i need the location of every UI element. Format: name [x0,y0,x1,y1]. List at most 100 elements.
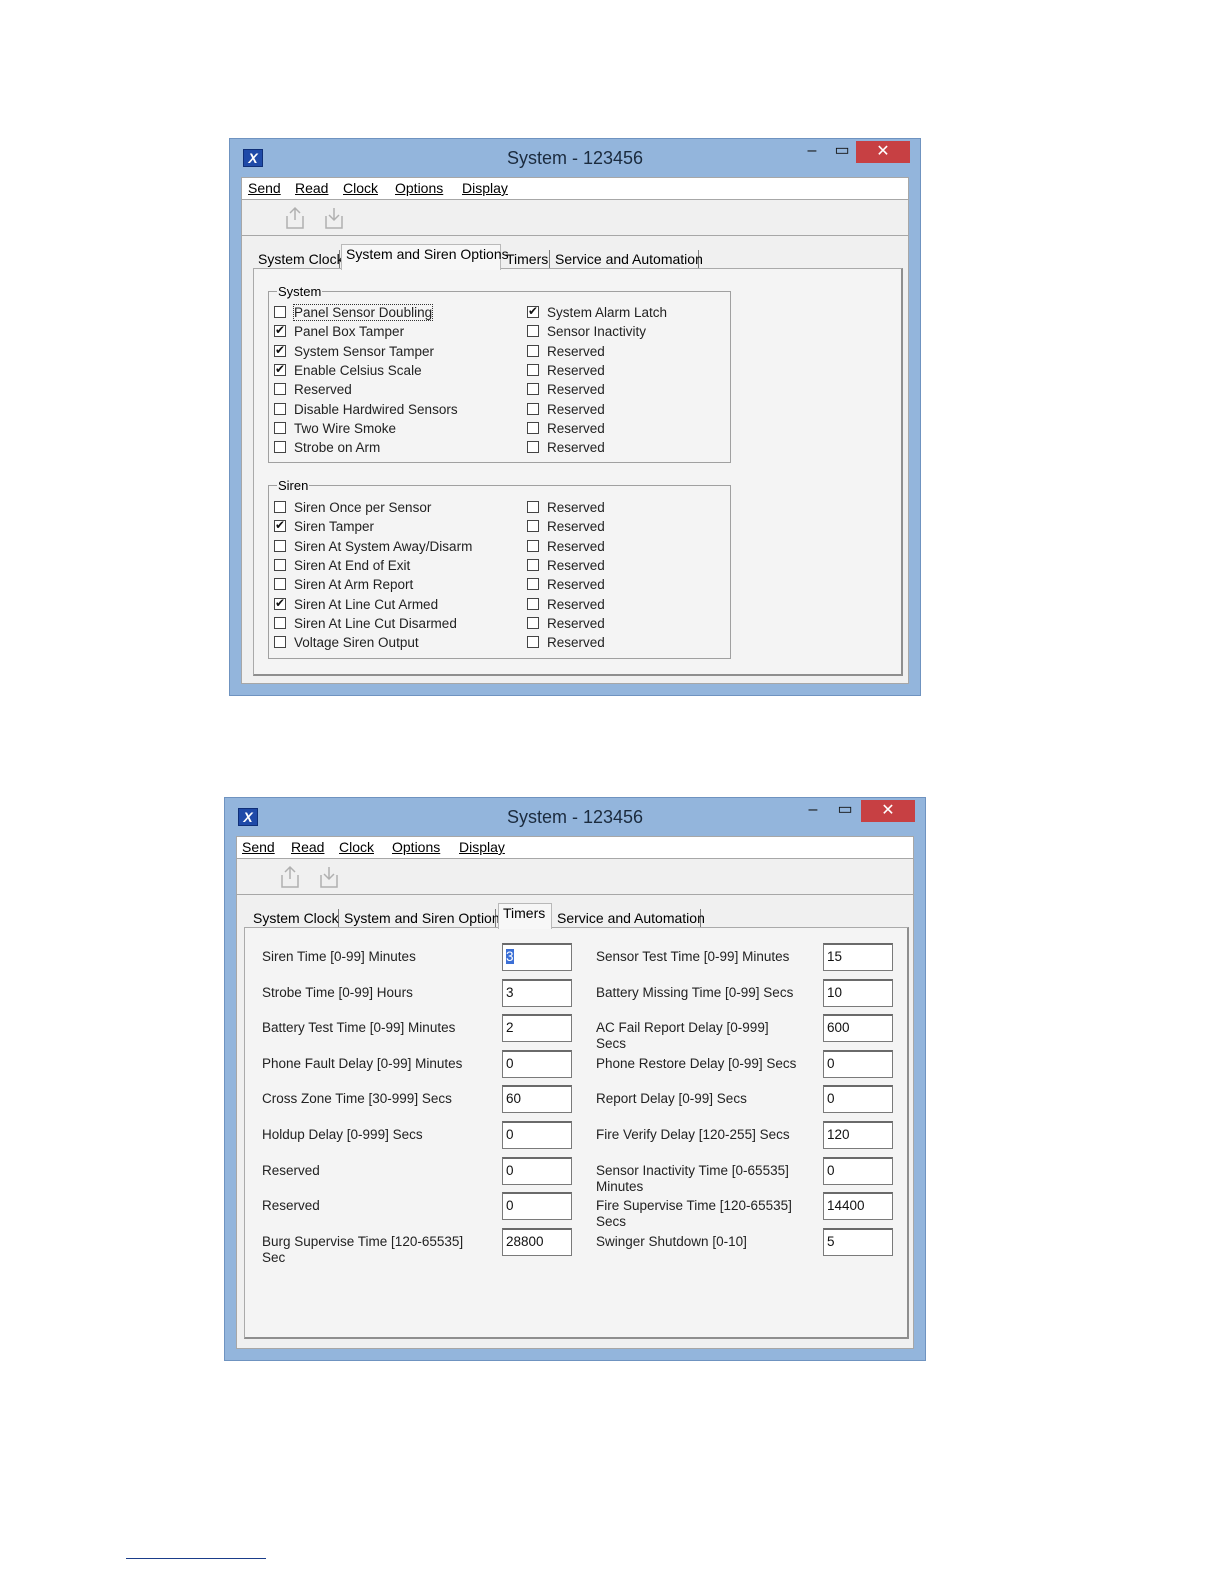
option-label: Reserved [547,382,605,398]
checkbox-unchecked[interactable] [527,558,539,571]
menu-read[interactable]: Read [291,839,324,855]
checkbox-unchecked[interactable] [527,636,539,649]
maximize-button[interactable]: ▭ [833,800,857,822]
option-label: Reserved [547,577,605,593]
timer-input[interactable]: 60 [502,1085,572,1114]
checkbox-unchecked[interactable] [274,578,286,591]
checkbox-checked[interactable] [274,343,286,357]
option-label: Reserved [547,596,605,612]
menu-display[interactable]: Display [459,839,505,855]
timer-input[interactable]: 2 [502,1014,572,1043]
checkbox-unchecked[interactable] [527,344,539,357]
timer-label: Sensor Test Time [0-99] Minutes [596,949,790,964]
option-label: Siren At Line Cut Disarmed [294,615,457,631]
timer-input[interactable]: 28800 [502,1227,572,1256]
menu-send[interactable]: Send [242,839,275,855]
title-bar[interactable]: X System - 123456 – ▭ ✕ [225,798,925,836]
checkbox-unchecked[interactable] [527,402,539,415]
checkbox-unchecked[interactable] [527,501,539,513]
tab-system-and-siren-options[interactable]: System and Siren Options [341,244,509,270]
close-button[interactable]: ✕ [861,800,915,822]
option-label: Reserved [547,343,605,359]
checkbox-unchecked[interactable] [274,421,286,434]
tab-service-and-automation[interactable]: Service and Automation [553,909,705,929]
timer-input[interactable]: 0 [502,1192,572,1221]
checkbox-unchecked[interactable] [527,421,539,434]
timer-input[interactable]: 3 [502,943,572,971]
menu-read[interactable]: Read [295,180,328,196]
timer-value: 10 [827,984,843,1000]
send-icon[interactable] [284,206,306,230]
checkbox-unchecked[interactable] [274,441,286,454]
footer-rule [126,1558,266,1559]
checkbox-unchecked[interactable] [274,402,286,415]
option-label: System Alarm Latch [547,305,668,320]
option-label: Reserved [547,420,605,436]
timer-label: Siren Time [0-99] Minutes [262,949,416,964]
checkbox-unchecked[interactable] [274,539,286,552]
tab-service-and-automation[interactable]: Service and Automation [551,250,703,270]
receive-icon[interactable] [318,865,340,889]
tab-system-and-siren-options[interactable]: System and Siren Options [340,909,507,929]
menu-options[interactable]: Options [392,839,440,855]
checkbox-checked[interactable] [274,362,286,376]
title-bar[interactable]: X System - 123456 – ▭ ✕ [230,139,920,177]
timer-input[interactable]: 5 [823,1227,893,1256]
minimize-button[interactable]: – [801,800,825,822]
checkbox-unchecked[interactable] [527,441,539,454]
tab-system-clock[interactable]: System Clock [254,250,344,270]
checkbox-unchecked[interactable] [274,636,286,649]
menu-bar: Send Read Clock Options Display [241,177,909,200]
menu-options[interactable]: Options [395,180,443,196]
system-options-window: X System - 123456 – ▭ ✕ Send Read Clock … [229,138,921,696]
checkbox-unchecked[interactable] [274,383,286,396]
timer-input[interactable]: 0 [502,1049,572,1078]
timer-input[interactable]: 600 [823,1014,893,1043]
checkbox-unchecked[interactable] [527,616,539,629]
timer-input[interactable]: 0 [823,1156,893,1185]
checkbox-checked[interactable] [274,596,286,610]
timer-input[interactable]: 0 [823,1049,893,1078]
option-label: Panel Box Tamper [294,324,405,340]
timer-input[interactable]: 3 [502,978,572,1007]
tab-system-clock[interactable]: System Clock [249,909,339,929]
checkbox-checked[interactable] [527,304,539,318]
timer-value: 0 [827,1091,835,1107]
timer-input[interactable]: 10 [823,978,893,1007]
timer-input[interactable]: 15 [823,943,893,971]
checkbox-unchecked[interactable] [274,306,286,318]
menu-send[interactable]: Send [248,180,281,196]
maximize-button[interactable]: ▭ [830,141,854,163]
timer-input[interactable]: 120 [823,1121,893,1149]
timer-input[interactable]: 0 [823,1085,893,1114]
timers-window: X System - 123456 – ▭ ✕ Send Read Clock … [224,797,926,1361]
close-button[interactable]: ✕ [856,141,910,163]
receive-icon[interactable] [323,206,345,230]
timer-label: Burg Supervise Time [120-65535] Sec [262,1233,464,1265]
checkbox-unchecked[interactable] [527,383,539,396]
checkbox-checked[interactable] [274,518,286,533]
timer-value: 60 [506,1091,522,1107]
checkbox-unchecked[interactable] [527,597,539,610]
checkbox-unchecked[interactable] [274,616,286,629]
tab-timers[interactable]: Timers [498,903,552,929]
menu-clock[interactable]: Clock [339,839,374,855]
checkbox-unchecked[interactable] [527,578,539,591]
checkbox-unchecked[interactable] [274,558,286,571]
siren-group: Siren Siren Once per Sensor Siren Tamper S… [268,478,731,659]
checkbox-checked[interactable] [274,323,286,338]
send-icon[interactable] [279,865,301,889]
checkbox-unchecked[interactable] [274,501,286,513]
checkbox-unchecked[interactable] [527,325,539,338]
checkbox-unchecked[interactable] [527,520,539,533]
checkbox-unchecked[interactable] [527,539,539,552]
minimize-button[interactable]: – [800,141,824,163]
tab-timers[interactable]: Timers [502,250,550,270]
menu-display[interactable]: Display [462,180,508,196]
timer-input[interactable]: 0 [502,1121,572,1149]
timer-input[interactable]: 14400 [823,1192,893,1221]
timer-input[interactable]: 0 [502,1156,572,1185]
checkbox-unchecked[interactable] [527,363,539,376]
menu-clock[interactable]: Clock [343,180,378,196]
option-label: Panel Sensor Doubling [292,304,434,321]
